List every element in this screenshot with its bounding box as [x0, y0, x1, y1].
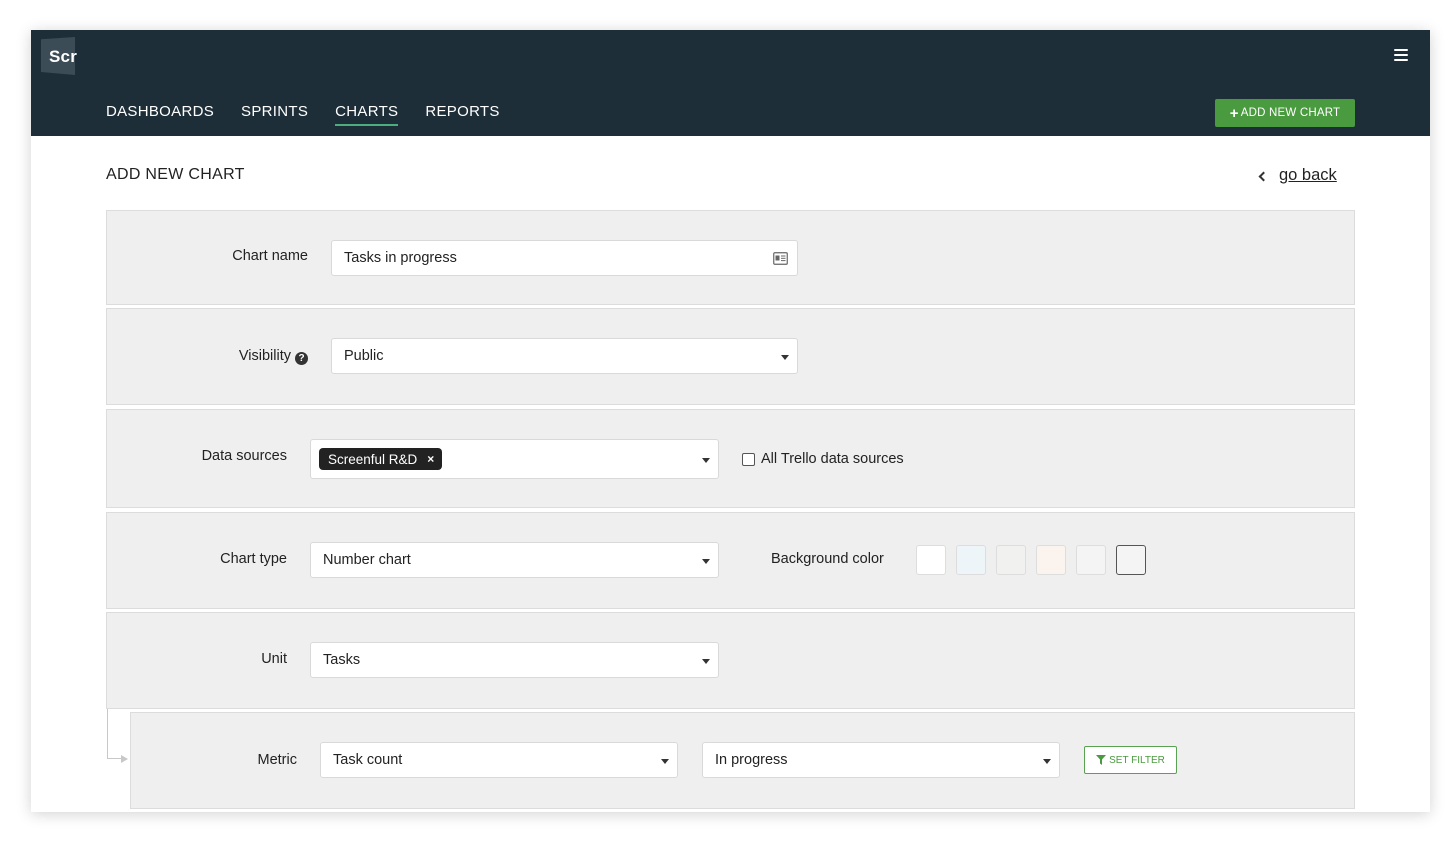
- visibility-select[interactable]: Public: [331, 338, 798, 374]
- data-source-tag-label: Screenful R&D: [328, 451, 418, 467]
- chart-type-value: Number chart: [323, 552, 411, 568]
- chevron-down-icon: [781, 355, 789, 360]
- chart-name-label: Chart name: [232, 248, 308, 264]
- metric-value: Task count: [333, 752, 403, 768]
- data-sources-row: Data sources Screenful R&D × All Trello …: [106, 409, 1355, 508]
- background-color-swatches: [916, 545, 1156, 575]
- nav-item-dashboards[interactable]: DASHBOARDS: [106, 103, 214, 126]
- app-window: Scr DASHBOARDS SPRINTS CHARTS REPORTS + …: [31, 30, 1430, 812]
- unit-label: Unit: [261, 651, 287, 667]
- plus-icon: +: [1229, 104, 1239, 122]
- metric-status-value: In progress: [715, 752, 788, 768]
- chart-type-row: Chart type Number chart Background color: [106, 512, 1355, 609]
- chevron-down-icon: [661, 759, 669, 764]
- go-back-label: go back: [1279, 166, 1337, 184]
- go-back-link[interactable]: go back: [1258, 166, 1337, 185]
- page-title: ADD NEW CHART: [106, 166, 245, 183]
- visibility-label: Visibility?: [239, 348, 308, 365]
- visibility-label-text: Visibility: [238, 348, 291, 364]
- unit-row: Unit Tasks: [106, 612, 1355, 709]
- color-swatch-light-peach[interactable]: [1036, 545, 1066, 575]
- connector-arrow-icon: [121, 755, 128, 763]
- id-card-icon: [773, 252, 788, 265]
- color-swatch-light-gray-green[interactable]: [996, 545, 1026, 575]
- nav-item-charts[interactable]: CHARTS: [335, 103, 399, 126]
- chevron-down-icon: [702, 559, 710, 564]
- all-trello-label: All Trello data sources: [761, 451, 904, 467]
- remove-tag-icon[interactable]: ×: [427, 452, 434, 466]
- logo-text: Scr: [49, 47, 78, 66]
- nav-item-sprints[interactable]: SPRINTS: [241, 103, 308, 126]
- data-sources-label: Data sources: [201, 448, 287, 464]
- main-nav: DASHBOARDS SPRINTS CHARTS REPORTS: [106, 103, 527, 126]
- all-trello-checkbox[interactable]: All Trello data sources: [742, 451, 904, 467]
- visibility-row: Visibility? Public: [106, 308, 1355, 405]
- chart-type-select[interactable]: Number chart: [310, 542, 719, 578]
- visibility-value: Public: [344, 348, 384, 364]
- nav-item-reports[interactable]: REPORTS: [425, 103, 499, 126]
- chevron-down-icon: [1043, 759, 1051, 764]
- chart-name-input[interactable]: Tasks in progress: [331, 240, 798, 276]
- color-swatch-light-gray[interactable]: [1076, 545, 1106, 575]
- data-source-tag: Screenful R&D ×: [319, 448, 443, 470]
- chart-name-value: Tasks in progress: [344, 250, 457, 266]
- unit-value: Tasks: [323, 652, 361, 668]
- color-swatch-light-blue[interactable]: [956, 545, 986, 575]
- set-filter-label: SET FILTER: [1109, 754, 1165, 766]
- question-circle-icon[interactable]: ?: [295, 352, 308, 365]
- set-filter-button[interactable]: SET FILTER: [1084, 746, 1177, 774]
- chevron-down-icon: [702, 659, 710, 664]
- background-color-label: Background color: [771, 551, 884, 567]
- chart-name-row: Chart name Tasks in progress: [106, 210, 1355, 305]
- add-new-chart-label: ADD NEW CHART: [1240, 107, 1341, 119]
- data-sources-select[interactable]: Screenful R&D ×: [310, 439, 719, 479]
- nested-connector-line: [107, 709, 121, 759]
- checkbox-box[interactable]: [742, 452, 755, 466]
- add-new-chart-button[interactable]: + ADD NEW CHART: [1215, 99, 1355, 127]
- top-navigation-bar: Scr DASHBOARDS SPRINTS CHARTS REPORTS + …: [31, 30, 1430, 136]
- color-swatch-selected[interactable]: [1116, 545, 1146, 575]
- metric-label: Metric: [257, 752, 297, 768]
- metric-status-select[interactable]: In progress: [702, 742, 1060, 778]
- color-swatch-white[interactable]: [916, 545, 946, 575]
- chevron-down-icon: [702, 458, 710, 463]
- chart-type-label: Chart type: [220, 551, 287, 567]
- metric-select[interactable]: Task count: [320, 742, 678, 778]
- chevron-left-icon: [1258, 171, 1269, 181]
- unit-select[interactable]: Tasks: [310, 642, 719, 678]
- metric-row: Metric Task count In progress SET FILTER: [130, 712, 1355, 809]
- filter-icon: [1096, 755, 1107, 765]
- hamburger-menu-icon[interactable]: [1394, 49, 1408, 61]
